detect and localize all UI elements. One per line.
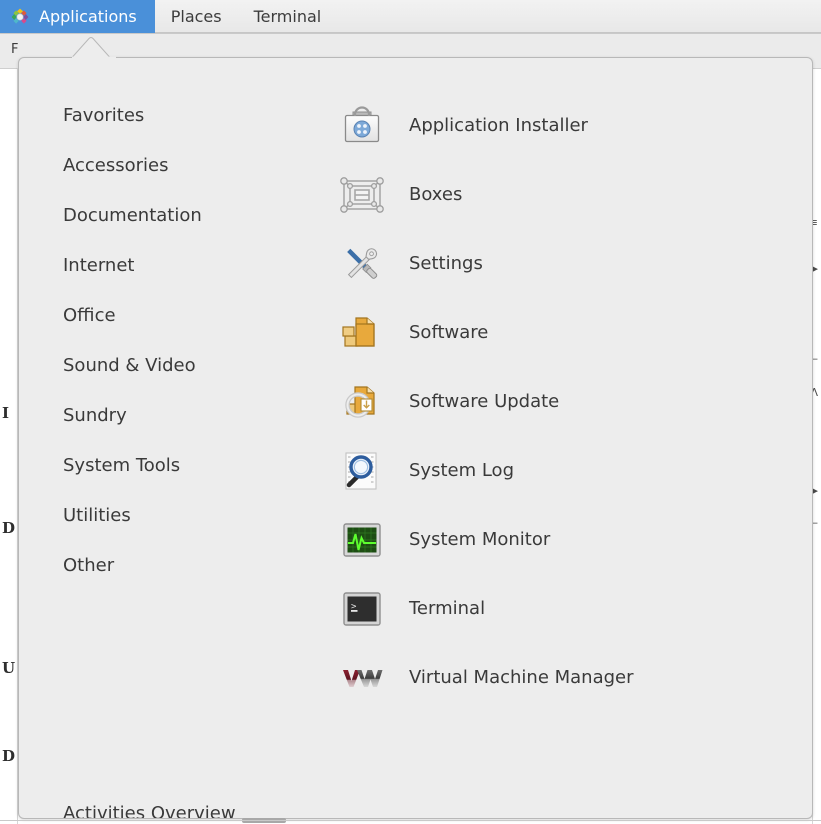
category-item-sundry[interactable]: Sundry [19,390,319,440]
application-label: System Monitor [409,529,551,550]
settings-tools-icon [339,241,385,287]
category-label: System Tools [63,454,181,476]
category-item-documentation[interactable]: Documentation [19,190,319,240]
background-right-mark: ▸ [812,484,818,497]
application-item-software-update[interactable]: Software Update [324,367,794,436]
category-label: Documentation [63,204,202,226]
background-left-letter: D [2,747,16,765]
menubar-item-applications[interactable]: Applications [0,0,155,33]
application-label: Application Installer [409,115,588,136]
menubar-item-terminal[interactable]: Terminal [238,0,338,33]
application-item-system-monitor[interactable]: System Monitor [324,505,794,574]
category-item-office[interactable]: Office [19,290,319,340]
menu-bar: Applications Places Terminal [0,0,337,33]
application-label: Terminal [409,598,486,619]
application-item-virtual-machine-manager[interactable]: Virtual Machine Manager [324,643,794,712]
category-label: Office [63,304,116,326]
system-log-icon [339,448,385,494]
category-item-internet[interactable]: Internet [19,240,319,290]
menubar-item-places[interactable]: Places [155,0,238,33]
application-item-settings[interactable]: Settings [324,229,794,298]
system-monitor-icon [339,517,385,563]
applications-menu-popup: Favorites Accessories Documentation Interne… [18,57,813,819]
category-label: Accessories [63,154,169,176]
activities-overview-item[interactable]: Activities Overview [19,788,812,819]
application-label: Software [409,322,489,343]
application-installer-icon [339,103,385,149]
category-item-system-tools[interactable]: System Tools [19,440,319,490]
background-toolbar-label: F [11,42,19,57]
application-label: Virtual Machine Manager [409,667,634,688]
bottom-divider [0,820,821,821]
category-item-other[interactable]: Other [19,540,319,590]
category-item-favorites[interactable]: Favorites [19,90,319,140]
application-item-application-installer[interactable]: Application Installer [324,91,794,160]
background-left-letter: U [2,659,16,677]
popup-arrow [72,35,116,58]
category-label: Utilities [63,504,131,526]
boxes-icon [339,172,385,218]
application-label: Settings [409,253,483,274]
category-label: Other [63,554,115,576]
category-list: Favorites Accessories Documentation Interne… [19,90,319,590]
application-label: Software Update [409,391,560,412]
top-panel: Applications Places Terminal [0,0,821,33]
terminal-icon: > [339,586,385,632]
application-item-boxes[interactable]: Boxes [324,160,794,229]
category-item-sound-video[interactable]: Sound & Video [19,340,319,390]
desktop-root: F IDUD ≡▸—Λ▸— ApplicationsPl [0,0,821,824]
menubar-item-label: Applications [39,7,137,26]
menubar-item-label: Places [170,7,222,26]
application-item-terminal[interactable]: > Terminal [324,574,794,643]
activities-overview-label: Activities Overview [63,802,236,819]
virtual-machine-manager-icon [339,655,385,701]
category-label: Internet [63,254,135,276]
application-item-system-log[interactable]: System Log [324,436,794,505]
menubar-item-label: Terminal [253,7,322,26]
applications-pinwheel-icon [10,7,30,27]
software-package-icon [339,310,385,356]
category-label: Sundry [63,404,127,426]
background-right-mark: ▸ [812,262,818,275]
application-item-software[interactable]: Software [324,298,794,367]
category-label: Favorites [63,104,145,126]
category-item-accessories[interactable]: Accessories [19,140,319,190]
application-list: Application Installer Boxes Settings Sof… [324,91,794,712]
background-left-letter: I [2,404,10,422]
background-left-letter: D [2,519,16,537]
application-label: Boxes [409,184,463,205]
category-label: Sound & Video [63,354,196,376]
category-item-utilities[interactable]: Utilities [19,490,319,540]
application-label: System Log [409,460,514,481]
software-update-icon [339,379,385,425]
